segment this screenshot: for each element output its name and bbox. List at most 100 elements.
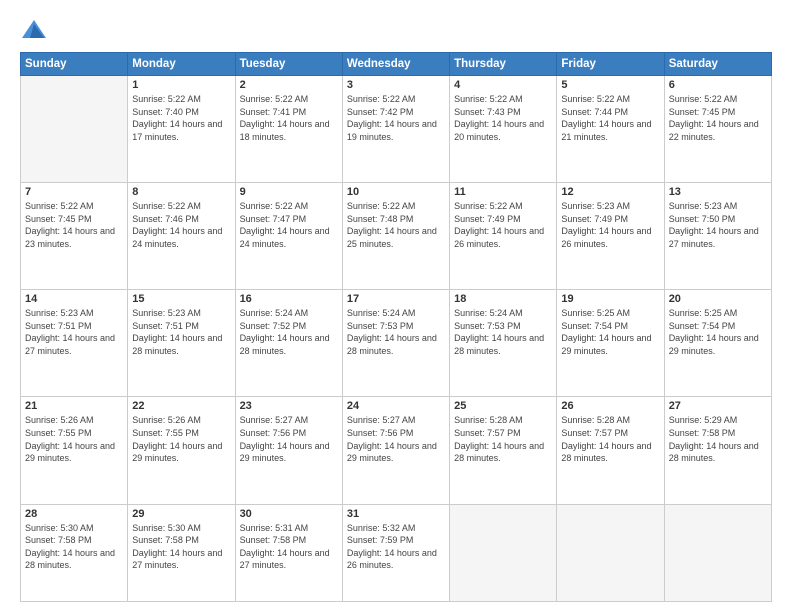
sunset-label: Sunset: 7:57 PM: [454, 428, 521, 438]
calendar-table: SundayMondayTuesdayWednesdayThursdayFrid…: [20, 52, 772, 602]
daylight-label: Daylight: 14 hours and 29 minutes.: [347, 441, 437, 464]
calendar-cell: [664, 504, 771, 601]
sunrise-label: Sunrise: 5:22 AM: [25, 201, 94, 211]
weekday-header-tuesday: Tuesday: [235, 53, 342, 76]
daylight-label: Daylight: 14 hours and 18 minutes.: [240, 119, 330, 142]
day-info: Sunrise: 5:22 AM Sunset: 7:47 PM Dayligh…: [240, 200, 338, 250]
day-info: Sunrise: 5:26 AM Sunset: 7:55 PM Dayligh…: [25, 414, 123, 464]
calendar-cell: 13 Sunrise: 5:23 AM Sunset: 7:50 PM Dayl…: [664, 183, 771, 290]
daylight-label: Daylight: 14 hours and 29 minutes.: [561, 333, 651, 356]
day-number: 22: [132, 400, 230, 412]
sunset-label: Sunset: 7:44 PM: [561, 107, 628, 117]
calendar-week-1: 1 Sunrise: 5:22 AM Sunset: 7:40 PM Dayli…: [21, 76, 772, 183]
day-number: 9: [240, 186, 338, 198]
page: SundayMondayTuesdayWednesdayThursdayFrid…: [0, 0, 792, 612]
daylight-label: Daylight: 14 hours and 27 minutes.: [240, 548, 330, 571]
daylight-label: Daylight: 14 hours and 28 minutes.: [561, 441, 651, 464]
calendar-cell: 6 Sunrise: 5:22 AM Sunset: 7:45 PM Dayli…: [664, 76, 771, 183]
calendar-cell: 10 Sunrise: 5:22 AM Sunset: 7:48 PM Dayl…: [342, 183, 449, 290]
sunset-label: Sunset: 7:51 PM: [132, 321, 199, 331]
calendar-cell: 29 Sunrise: 5:30 AM Sunset: 7:58 PM Dayl…: [128, 504, 235, 601]
calendar-cell: 16 Sunrise: 5:24 AM Sunset: 7:52 PM Dayl…: [235, 290, 342, 397]
daylight-label: Daylight: 14 hours and 19 minutes.: [347, 119, 437, 142]
daylight-label: Daylight: 14 hours and 23 minutes.: [25, 226, 115, 249]
day-number: 8: [132, 186, 230, 198]
weekday-header-thursday: Thursday: [450, 53, 557, 76]
sunrise-label: Sunrise: 5:22 AM: [347, 201, 416, 211]
day-number: 24: [347, 400, 445, 412]
weekday-header-wednesday: Wednesday: [342, 53, 449, 76]
daylight-label: Daylight: 14 hours and 26 minutes.: [347, 548, 437, 571]
calendar-cell: 18 Sunrise: 5:24 AM Sunset: 7:53 PM Dayl…: [450, 290, 557, 397]
daylight-label: Daylight: 14 hours and 24 minutes.: [240, 226, 330, 249]
sunset-label: Sunset: 7:48 PM: [347, 214, 414, 224]
daylight-label: Daylight: 14 hours and 29 minutes.: [669, 333, 759, 356]
calendar-week-5: 28 Sunrise: 5:30 AM Sunset: 7:58 PM Dayl…: [21, 504, 772, 601]
sunrise-label: Sunrise: 5:26 AM: [132, 415, 201, 425]
calendar-cell: 22 Sunrise: 5:26 AM Sunset: 7:55 PM Dayl…: [128, 397, 235, 504]
day-number: 20: [669, 293, 767, 305]
day-info: Sunrise: 5:22 AM Sunset: 7:45 PM Dayligh…: [25, 200, 123, 250]
daylight-label: Daylight: 14 hours and 29 minutes.: [132, 441, 222, 464]
sunrise-label: Sunrise: 5:23 AM: [561, 201, 630, 211]
sunset-label: Sunset: 7:52 PM: [240, 321, 307, 331]
daylight-label: Daylight: 14 hours and 27 minutes.: [132, 548, 222, 571]
calendar-cell: 23 Sunrise: 5:27 AM Sunset: 7:56 PM Dayl…: [235, 397, 342, 504]
sunset-label: Sunset: 7:58 PM: [25, 535, 92, 545]
sunset-label: Sunset: 7:54 PM: [669, 321, 736, 331]
sunset-label: Sunset: 7:53 PM: [454, 321, 521, 331]
sunrise-label: Sunrise: 5:30 AM: [132, 523, 201, 533]
sunrise-label: Sunrise: 5:30 AM: [25, 523, 94, 533]
day-number: 14: [25, 293, 123, 305]
sunrise-label: Sunrise: 5:32 AM: [347, 523, 416, 533]
calendar-cell: [557, 504, 664, 601]
calendar-cell: 14 Sunrise: 5:23 AM Sunset: 7:51 PM Dayl…: [21, 290, 128, 397]
day-number: 3: [347, 79, 445, 91]
sunrise-label: Sunrise: 5:22 AM: [669, 94, 738, 104]
sunrise-label: Sunrise: 5:22 AM: [132, 94, 201, 104]
logo: [20, 16, 52, 44]
sunrise-label: Sunrise: 5:22 AM: [454, 94, 523, 104]
day-info: Sunrise: 5:23 AM Sunset: 7:49 PM Dayligh…: [561, 200, 659, 250]
sunrise-label: Sunrise: 5:23 AM: [669, 201, 738, 211]
calendar-cell: 24 Sunrise: 5:27 AM Sunset: 7:56 PM Dayl…: [342, 397, 449, 504]
day-number: 27: [669, 400, 767, 412]
calendar-cell: 26 Sunrise: 5:28 AM Sunset: 7:57 PM Dayl…: [557, 397, 664, 504]
sunset-label: Sunset: 7:58 PM: [240, 535, 307, 545]
daylight-label: Daylight: 14 hours and 27 minutes.: [669, 226, 759, 249]
day-info: Sunrise: 5:31 AM Sunset: 7:58 PM Dayligh…: [240, 522, 338, 572]
day-number: 18: [454, 293, 552, 305]
day-number: 28: [25, 508, 123, 520]
day-number: 11: [454, 186, 552, 198]
day-number: 15: [132, 293, 230, 305]
daylight-label: Daylight: 14 hours and 25 minutes.: [347, 226, 437, 249]
weekday-header-sunday: Sunday: [21, 53, 128, 76]
calendar-header: SundayMondayTuesdayWednesdayThursdayFrid…: [21, 53, 772, 76]
sunset-label: Sunset: 7:53 PM: [347, 321, 414, 331]
day-info: Sunrise: 5:24 AM Sunset: 7:52 PM Dayligh…: [240, 307, 338, 357]
sunset-label: Sunset: 7:49 PM: [454, 214, 521, 224]
day-info: Sunrise: 5:29 AM Sunset: 7:58 PM Dayligh…: [669, 414, 767, 464]
day-number: 1: [132, 79, 230, 91]
calendar-body: 1 Sunrise: 5:22 AM Sunset: 7:40 PM Dayli…: [21, 76, 772, 602]
calendar-week-3: 14 Sunrise: 5:23 AM Sunset: 7:51 PM Dayl…: [21, 290, 772, 397]
daylight-label: Daylight: 14 hours and 21 minutes.: [561, 119, 651, 142]
day-info: Sunrise: 5:22 AM Sunset: 7:44 PM Dayligh…: [561, 93, 659, 143]
weekday-header-row: SundayMondayTuesdayWednesdayThursdayFrid…: [21, 53, 772, 76]
sunset-label: Sunset: 7:47 PM: [240, 214, 307, 224]
sunset-label: Sunset: 7:58 PM: [132, 535, 199, 545]
day-number: 6: [669, 79, 767, 91]
calendar-cell: 3 Sunrise: 5:22 AM Sunset: 7:42 PM Dayli…: [342, 76, 449, 183]
sunrise-label: Sunrise: 5:26 AM: [25, 415, 94, 425]
calendar-cell: 19 Sunrise: 5:25 AM Sunset: 7:54 PM Dayl…: [557, 290, 664, 397]
day-number: 13: [669, 186, 767, 198]
sunrise-label: Sunrise: 5:27 AM: [240, 415, 309, 425]
daylight-label: Daylight: 14 hours and 27 minutes.: [25, 333, 115, 356]
day-number: 30: [240, 508, 338, 520]
day-number: 16: [240, 293, 338, 305]
sunrise-label: Sunrise: 5:31 AM: [240, 523, 309, 533]
sunset-label: Sunset: 7:55 PM: [25, 428, 92, 438]
day-info: Sunrise: 5:26 AM Sunset: 7:55 PM Dayligh…: [132, 414, 230, 464]
calendar-cell: 4 Sunrise: 5:22 AM Sunset: 7:43 PM Dayli…: [450, 76, 557, 183]
day-info: Sunrise: 5:22 AM Sunset: 7:46 PM Dayligh…: [132, 200, 230, 250]
